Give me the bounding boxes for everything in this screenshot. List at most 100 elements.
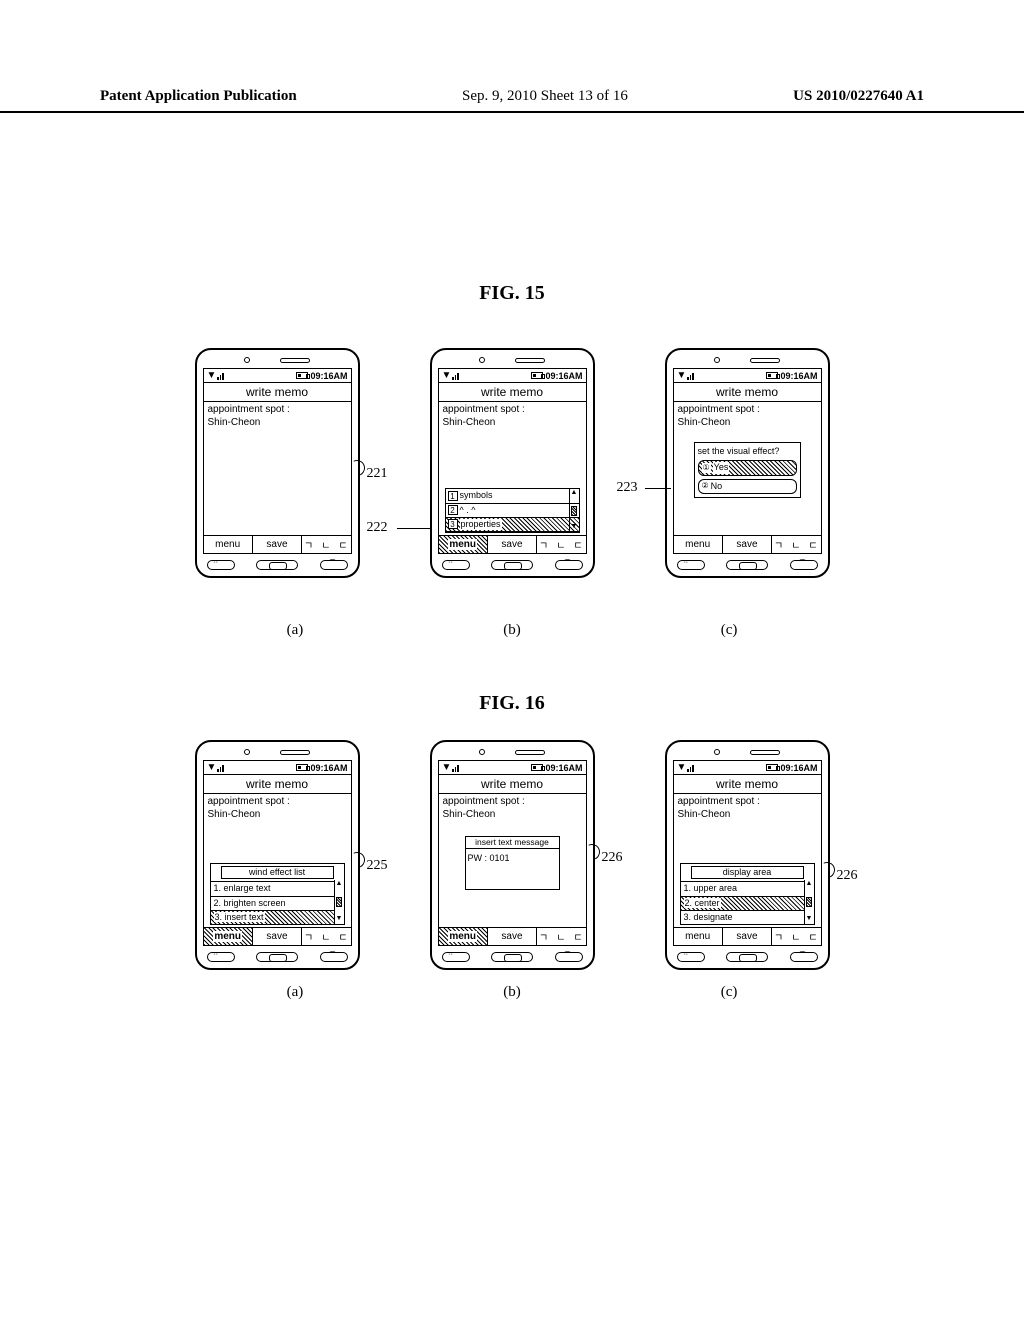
phone-fig15c: ▼ 09:16AM write memo appointment spot : …: [665, 348, 830, 578]
hw-left-key[interactable]: [207, 560, 235, 570]
camera-icon: [714, 749, 720, 755]
hw-right-key[interactable]: [555, 560, 583, 570]
list-item-enlarge[interactable]: 1. enlarge text: [211, 881, 344, 895]
softkey-save[interactable]: save: [253, 928, 302, 945]
dialog-value[interactable]: PW : 0101: [466, 849, 559, 888]
dialog-option-no[interactable]: ②No: [698, 479, 797, 494]
memo-line2: Shin-Cheon: [208, 417, 347, 430]
list-item-center[interactable]: 2. center: [681, 896, 814, 910]
signal-icon: ▼: [207, 764, 224, 772]
scroll-thumb[interactable]: [806, 897, 812, 907]
softkey-menu[interactable]: menu: [439, 928, 488, 945]
softkey-menu[interactable]: menu: [204, 928, 253, 945]
softkey-menu[interactable]: menu: [674, 536, 723, 553]
dialog-option-yes[interactable]: ①Yes: [698, 460, 797, 475]
hw-center-key[interactable]: [256, 560, 298, 570]
softkey-menu[interactable]: menu: [674, 928, 723, 945]
softkey-save[interactable]: save: [488, 536, 537, 553]
camera-icon: [244, 749, 250, 755]
hw-left-key[interactable]: [442, 560, 470, 570]
memo-content[interactable]: appointment spot : Shin-Cheon: [204, 402, 351, 535]
softkey-ime[interactable]: ㄱ ㄴ ㄷ: [772, 536, 820, 553]
callout-222-lead: 222: [367, 520, 388, 536]
hw-right-key[interactable]: [320, 952, 348, 962]
softkey-ime[interactable]: ㄱ ㄴ ㄷ: [772, 928, 820, 945]
clock-text: 09:16AM: [310, 763, 347, 773]
dialog-title: insert text message: [466, 837, 559, 849]
memo-line1: appointment spot :: [678, 796, 817, 809]
list-item-designate[interactable]: 3. designate: [681, 910, 814, 924]
callout-223-text: 223: [617, 480, 638, 495]
hw-right-key[interactable]: [790, 952, 818, 962]
softkey-save[interactable]: save: [723, 536, 772, 553]
signal-icon: ▼: [677, 372, 694, 380]
softkey-ime[interactable]: ㄱ ㄴ ㄷ: [302, 928, 350, 945]
softkey-save[interactable]: save: [488, 928, 537, 945]
fig15a-wrap: ▼ 09:16AM write memo appointment spot : …: [195, 348, 360, 578]
list-item-brighten[interactable]: 2. brighten screen: [211, 896, 344, 910]
scroll-thumb[interactable]: [571, 506, 577, 516]
callout-226a-text: 226: [602, 850, 623, 865]
earpiece: [673, 356, 822, 364]
softkey-ime[interactable]: ㄱ ㄴ ㄷ: [302, 536, 350, 553]
phone-fig16c: ▼ 09:16AM write memo appointment spot : …: [665, 740, 830, 970]
sub-a: (a): [287, 622, 304, 639]
list-scrollbar[interactable]: ▲ ▼: [804, 880, 814, 924]
softkey-ime[interactable]: ㄱ ㄴ ㄷ: [537, 536, 585, 553]
hardware-keys: [203, 558, 352, 572]
hardware-keys: [438, 950, 587, 964]
fig16-subs: (a) (b) (c): [0, 984, 1024, 1001]
scroll-up-icon[interactable]: ▲: [571, 489, 578, 498]
softkey-bar: menu save ㄱ ㄴ ㄷ: [204, 535, 351, 553]
hw-center-key[interactable]: [726, 952, 768, 962]
speaker-icon: [750, 358, 780, 363]
hw-left-key[interactable]: [207, 952, 235, 962]
earpiece: [203, 748, 352, 756]
memo-content[interactable]: appointment spot : Shin-Cheon 1symbols 2…: [439, 402, 586, 535]
hw-left-key[interactable]: [677, 560, 705, 570]
list-header: wind effect list: [221, 866, 334, 879]
speaker-icon: [515, 358, 545, 363]
hw-right-key[interactable]: [790, 560, 818, 570]
scroll-thumb[interactable]: [336, 897, 342, 907]
status-bar: ▼ 09:16AM: [674, 369, 821, 383]
popup-scrollbar[interactable]: ▲ ▼: [569, 489, 579, 532]
camera-icon: [244, 357, 250, 363]
hw-right-key[interactable]: [320, 560, 348, 570]
hw-left-key[interactable]: [677, 952, 705, 962]
scroll-down-icon[interactable]: ▼: [336, 915, 343, 924]
clock-text: 09:16AM: [310, 371, 347, 381]
popup-item-properties[interactable]: 3properties: [446, 518, 579, 532]
softkey-save[interactable]: save: [253, 536, 302, 553]
callout-225-text: 225: [367, 858, 388, 873]
hw-center-key[interactable]: [491, 952, 533, 962]
popup-item-symbols[interactable]: 1symbols: [446, 489, 579, 503]
list-item-upper[interactable]: 1. upper area: [681, 881, 814, 895]
figure-15-label: FIG. 15: [0, 282, 1024, 305]
hw-left-key[interactable]: [442, 952, 470, 962]
scroll-down-icon[interactable]: ▼: [806, 915, 813, 924]
callout-226b-text: 226: [837, 868, 858, 883]
scroll-down-icon[interactable]: ▼: [571, 523, 578, 532]
scroll-up-icon[interactable]: ▲: [336, 880, 343, 889]
popup-item-emoticon[interactable]: 2^ . ^: [446, 504, 579, 518]
softkey-menu[interactable]: menu: [439, 536, 488, 553]
screen: ▼ 09:16AM write memo appointment spot : …: [438, 368, 587, 554]
battery-time: 09:16AM: [766, 371, 817, 381]
softkey-menu[interactable]: menu: [204, 536, 253, 553]
status-bar: ▼ 09:16AM: [439, 369, 586, 383]
softkey-ime[interactable]: ㄱ ㄴ ㄷ: [537, 928, 585, 945]
speaker-icon: [515, 750, 545, 755]
hw-center-key[interactable]: [726, 560, 768, 570]
scroll-up-icon[interactable]: ▲: [806, 880, 813, 889]
status-bar: ▼ 09:16AM: [674, 761, 821, 775]
list-item-insert-text[interactable]: 3. insert text: [211, 910, 344, 924]
hardware-keys: [673, 558, 822, 572]
hw-center-key[interactable]: [491, 560, 533, 570]
hardware-keys: [438, 558, 587, 572]
hw-center-key[interactable]: [256, 952, 298, 962]
list-scrollbar[interactable]: ▲ ▼: [334, 880, 344, 924]
figure-16-row: ▼ 09:16AM write memo appointment spot : …: [0, 740, 1024, 970]
softkey-save[interactable]: save: [723, 928, 772, 945]
hw-right-key[interactable]: [555, 952, 583, 962]
